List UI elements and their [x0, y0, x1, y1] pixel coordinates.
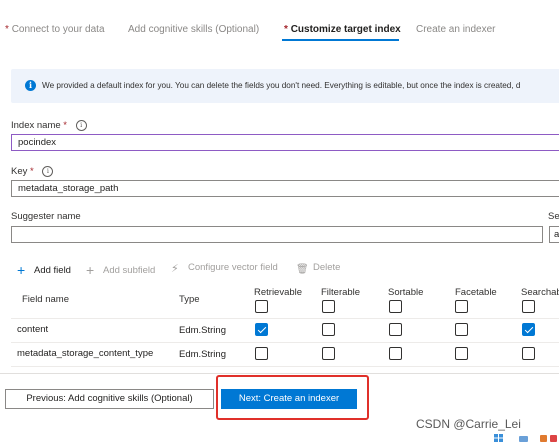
index-name-label: Index name * i	[11, 120, 87, 131]
searchable-all-checkbox[interactable]	[522, 300, 535, 313]
retrievable-checkbox[interactable]	[255, 347, 268, 360]
table-divider	[11, 318, 559, 319]
column-header-facetable: Facetable	[455, 287, 497, 298]
column-header-filterable: Filterable	[321, 287, 361, 298]
field-name-cell: metadata_storage_content_type	[17, 348, 154, 359]
previous-add-cognitive-skills-button[interactable]: Previous: Add cognitive skills (Optional…	[5, 389, 214, 409]
tab-add-cognitive-skills[interactable]: Add cognitive skills (Optional)	[128, 24, 259, 35]
sortable-checkbox[interactable]	[389, 323, 402, 336]
facetable-checkbox[interactable]	[455, 347, 468, 360]
retrievable-checkbox[interactable]	[255, 323, 268, 336]
facetable-all-checkbox[interactable]	[455, 300, 468, 313]
app-icon	[540, 435, 547, 442]
index-name-input[interactable]: pocindex	[11, 134, 559, 151]
search-mode-select[interactable]: a	[549, 226, 559, 243]
column-header-sortable: Sortable	[388, 287, 424, 298]
info-message-bar: i We provided a default index for you. Y…	[11, 69, 559, 103]
windows-logo-icon	[494, 434, 503, 442]
column-header-field-name: Field name	[22, 294, 69, 305]
retrievable-all-checkbox[interactable]	[255, 300, 268, 313]
plus-icon: +	[17, 262, 26, 278]
field-type-cell: Edm.String	[179, 325, 226, 336]
searchable-checkbox[interactable]	[522, 347, 535, 360]
taskbar-icons	[494, 434, 557, 442]
lightning-icon: ⚡	[171, 263, 179, 275]
info-icon[interactable]: i	[42, 166, 54, 177]
suggester-name-input[interactable]	[11, 226, 543, 243]
filterable-checkbox[interactable]	[322, 323, 335, 336]
field-name-cell: content	[17, 324, 49, 335]
suggester-name-label: Suggester name	[11, 211, 81, 222]
facetable-checkbox[interactable]	[455, 323, 468, 336]
app-icon	[550, 435, 557, 442]
configure-vector-field-button[interactable]: ⚡ Configure vector field	[171, 262, 278, 275]
add-field-button[interactable]: + Add field	[17, 262, 71, 278]
info-icon[interactable]: i	[75, 120, 87, 131]
sortable-checkbox[interactable]	[389, 347, 402, 360]
trash-icon: 🗑	[296, 264, 309, 275]
column-header-retrievable: Retrievable	[254, 287, 303, 298]
table-divider	[11, 366, 559, 367]
search-mode-label: Se	[548, 211, 559, 222]
info-message-text: We provided a default index for you. You…	[42, 81, 521, 90]
tab-customize-target-index[interactable]: * Customize target index	[284, 24, 401, 35]
key-select[interactable]: metadata_storage_path	[11, 180, 559, 197]
table-divider	[11, 342, 559, 343]
tab-connect-data[interactable]: * Connect to your data	[5, 24, 105, 35]
active-tab-underline	[282, 39, 399, 41]
column-header-searchable: Searchab	[521, 287, 559, 298]
column-header-type: Type	[179, 294, 200, 305]
tab-create-indexer[interactable]: Create an indexer	[416, 24, 496, 35]
searchable-checkbox[interactable]	[522, 323, 535, 336]
field-type-cell: Edm.String	[179, 349, 226, 360]
sortable-all-checkbox[interactable]	[389, 300, 402, 313]
delete-button[interactable]: 🗑 Delete	[296, 262, 340, 275]
app-icon	[519, 436, 528, 442]
filterable-checkbox[interactable]	[322, 347, 335, 360]
highlight-annotation-box	[216, 375, 369, 420]
info-icon: i	[25, 80, 36, 91]
watermark-text: CSDN @Carrie_Lei	[416, 417, 521, 431]
plus-icon: +	[86, 262, 95, 278]
filterable-all-checkbox[interactable]	[322, 300, 335, 313]
add-subfield-button[interactable]: + Add subfield	[86, 262, 155, 278]
key-label: Key * i	[11, 166, 54, 177]
